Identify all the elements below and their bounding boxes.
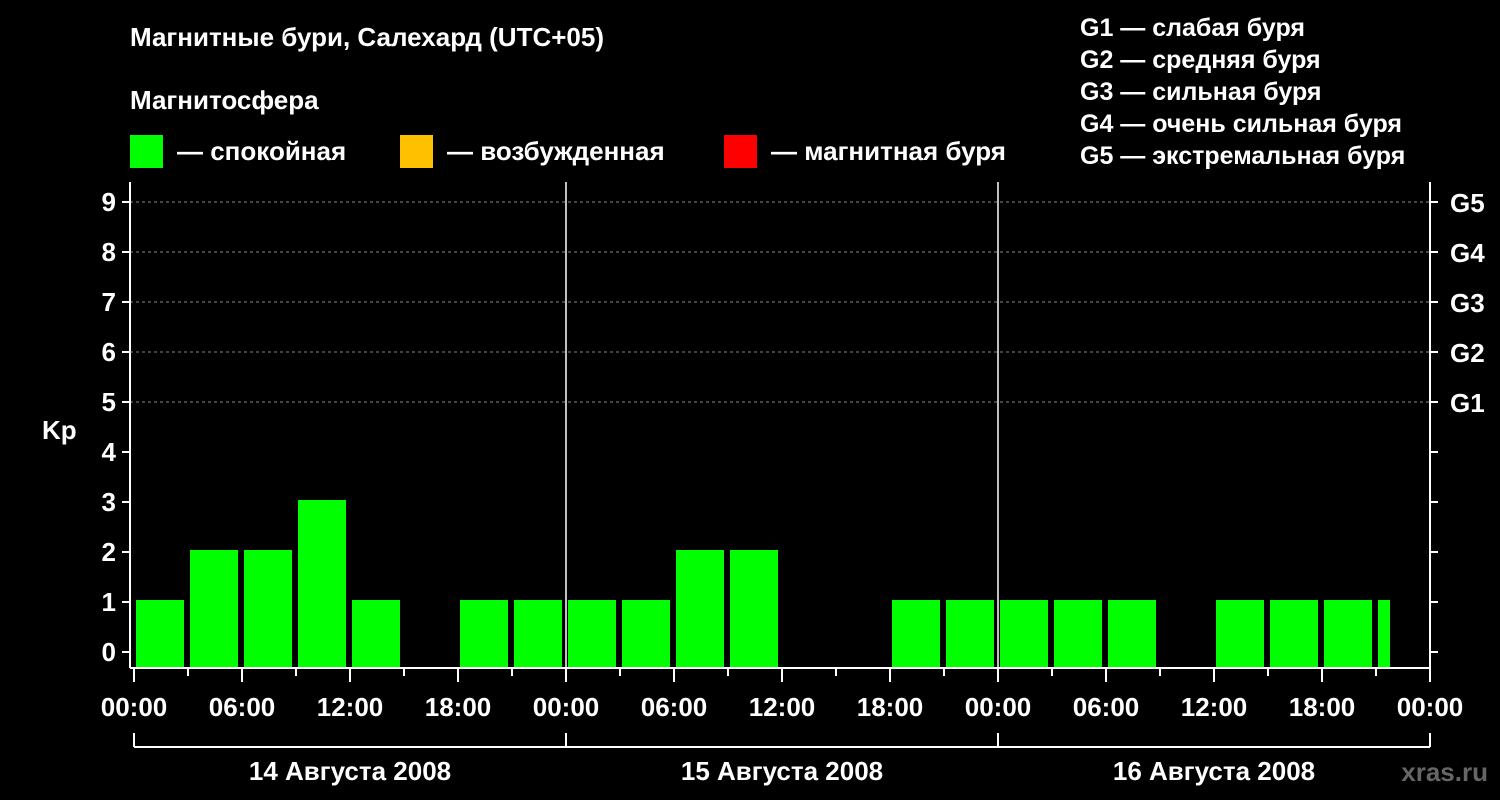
kp-bar (460, 600, 508, 668)
g-level-label: G2 (1450, 338, 1485, 368)
kp-bar (1054, 600, 1102, 668)
y-tick-label: 0 (102, 637, 116, 667)
y-tick-label: 6 (102, 337, 116, 367)
y-tick-label: 5 (102, 387, 116, 417)
y-tick-label: 8 (102, 237, 116, 267)
y-axis-label: Kp (42, 415, 77, 445)
x-tick-label: 12:00 (317, 692, 384, 722)
kp-bar (352, 600, 400, 668)
x-tick-label: 06:00 (1073, 692, 1140, 722)
x-tick-label: 12:00 (749, 692, 816, 722)
kp-bar (1000, 600, 1048, 668)
kp-bar (568, 600, 616, 668)
kp-bar (946, 600, 994, 668)
x-tick-label: 18:00 (857, 692, 924, 722)
kp-bar (1270, 600, 1318, 668)
kp-bar (730, 550, 778, 668)
kp-bar (244, 550, 292, 668)
x-tick-label: 00:00 (101, 692, 168, 722)
kp-bar (190, 550, 238, 668)
x-tick-label: 00:00 (965, 692, 1032, 722)
x-tick-label: 00:00 (1397, 692, 1464, 722)
day-label: 15 Августа 2008 (681, 756, 883, 786)
kp-bar (1324, 600, 1372, 668)
x-tick-label: 18:00 (425, 692, 492, 722)
kp-bar (514, 600, 562, 668)
day-label: 16 Августа 2008 (1113, 756, 1315, 786)
kp-bar (676, 550, 724, 668)
g-level-label: G4 (1450, 238, 1485, 268)
g-level-label: G5 (1450, 188, 1485, 218)
kp-bar (1108, 600, 1156, 668)
y-tick-label: 4 (102, 437, 117, 467)
y-tick-label: 3 (102, 487, 116, 517)
g-level-label: G1 (1450, 388, 1485, 418)
g-level-label: G3 (1450, 288, 1485, 318)
kp-bar (1216, 600, 1264, 668)
day-label: 14 Августа 2008 (249, 756, 451, 786)
kp-bar (892, 600, 940, 668)
x-tick-label: 00:00 (533, 692, 600, 722)
y-tick-label: 7 (102, 287, 116, 317)
x-tick-label: 12:00 (1181, 692, 1248, 722)
kp-bar (622, 600, 670, 668)
kp-bar (136, 600, 184, 668)
y-tick-label: 2 (102, 537, 116, 567)
kp-bar-chart: 0 1 2 3 4 5 6 7 8 9 Kp G1 G2 G3 G4 G5 00:00 06:00 12:00 18:… (42, 182, 1485, 786)
x-tick-label: 06:00 (641, 692, 708, 722)
site-watermark: xras.ru (1401, 757, 1488, 787)
x-tick-label: 06:00 (209, 692, 276, 722)
x-tick-label: 18:00 (1289, 692, 1356, 722)
y-tick-label: 1 (102, 587, 116, 617)
y-tick-label: 9 (102, 187, 116, 217)
kp-bar (1378, 600, 1390, 668)
kp-bar (298, 500, 346, 668)
